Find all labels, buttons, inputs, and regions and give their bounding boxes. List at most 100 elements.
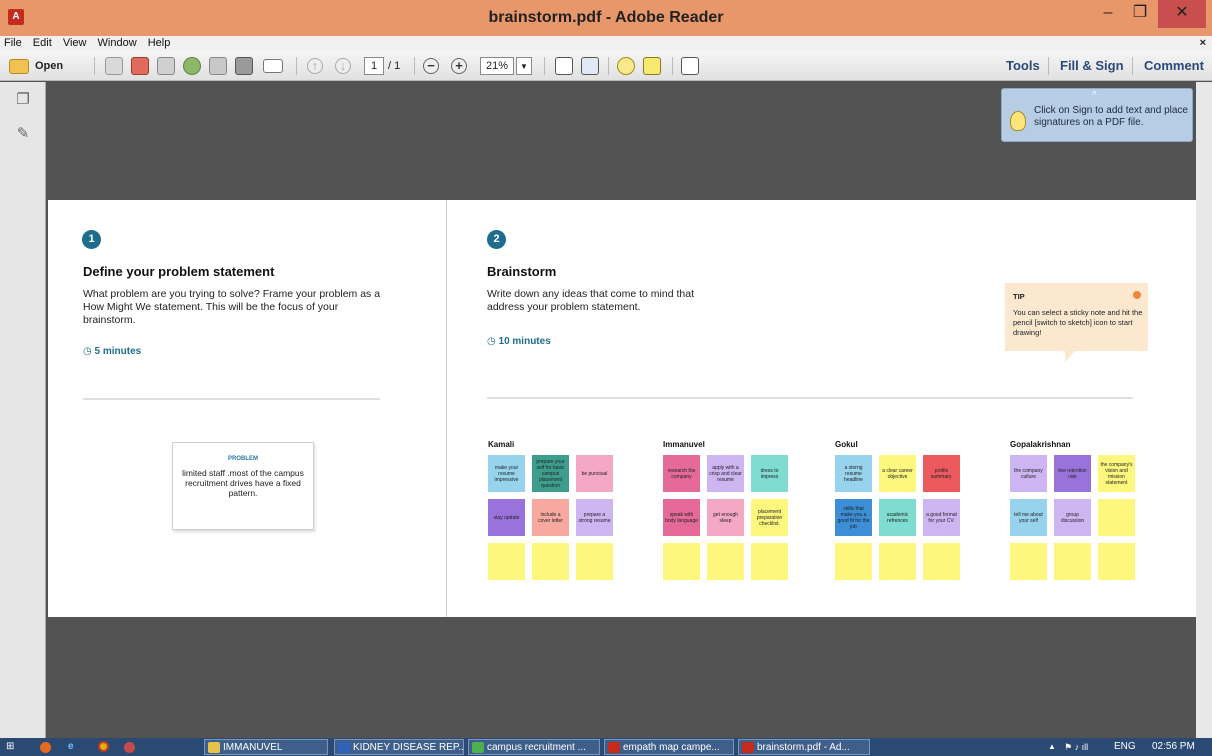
chrome-icon[interactable] xyxy=(98,739,110,755)
export-pdf-button[interactable] xyxy=(130,56,150,76)
zoom-in-button[interactable]: + xyxy=(450,56,468,76)
sticky-note[interactable]: dress to impress xyxy=(751,455,788,492)
clock[interactable]: 02:56 PM xyxy=(1152,739,1208,755)
sticky-note[interactable]: a storng resume headline xyxy=(835,455,872,492)
sticky-note[interactable]: skills that make you a good fit for the … xyxy=(835,499,872,536)
sticky-note[interactable]: low retention rate xyxy=(1054,455,1091,492)
sticky-note[interactable]: apply with a crisp and clear resume xyxy=(707,455,744,492)
zoom-dropdown[interactable]: ▼ xyxy=(516,57,532,75)
comment-tab[interactable]: Comment xyxy=(1144,58,1204,73)
menu-window[interactable]: Window xyxy=(94,36,141,51)
ie-icon[interactable]: e xyxy=(68,739,80,755)
sticky-note[interactable] xyxy=(1054,543,1091,580)
tools-tab[interactable]: Tools xyxy=(1006,58,1040,73)
minimize-button[interactable]: – xyxy=(1092,0,1124,28)
email-button[interactable] xyxy=(262,56,284,76)
maximize-button[interactable]: ❐ xyxy=(1124,0,1156,28)
edit-pdf-button[interactable] xyxy=(156,56,176,76)
sticky-note-text: include a cover letter xyxy=(538,511,563,524)
menu-file[interactable]: File xyxy=(0,36,26,51)
close-button[interactable]: ✕ xyxy=(1158,0,1206,28)
create-pdf-button[interactable] xyxy=(104,56,124,76)
sticky-note-text: low retention rate xyxy=(1058,467,1087,480)
sticky-note[interactable] xyxy=(488,543,525,580)
vertical-scrollbar[interactable] xyxy=(1196,82,1212,738)
sticky-note[interactable]: academic refrences xyxy=(879,499,916,536)
sticky-note[interactable]: stay update xyxy=(488,499,525,536)
sticky-note-text: profile summary. xyxy=(930,467,953,480)
problem-card[interactable]: PROBLEM limited staff .most of the campu… xyxy=(172,442,314,530)
sticky-note[interactable] xyxy=(532,543,569,580)
attachments-icon[interactable]: ✎ xyxy=(15,124,31,142)
sticky-note[interactable]: group discussion xyxy=(1054,499,1091,536)
sticky-note[interactable] xyxy=(879,543,916,580)
sticky-note[interactable]: prepare a strong resume xyxy=(576,499,613,536)
taskbar-item[interactable]: brainstorm.pdf - Ad... xyxy=(738,739,870,755)
highlight-button[interactable] xyxy=(642,56,662,76)
start-button[interactable]: ⊞ xyxy=(6,739,20,755)
menu-edit[interactable]: Edit xyxy=(29,36,56,51)
sticky-note[interactable]: tell me about your self xyxy=(1010,499,1047,536)
sticky-note-text: get enough sleep xyxy=(712,511,739,524)
sticky-note[interactable] xyxy=(576,543,613,580)
language-indicator[interactable]: ENG xyxy=(1114,739,1144,755)
section1-heading: Define your problem statement xyxy=(83,264,275,279)
fill-sign-tab[interactable]: Fill & Sign xyxy=(1060,58,1124,73)
taskbar-item[interactable]: KIDNEY DISEASE REP... xyxy=(334,739,464,755)
sticky-note[interactable] xyxy=(707,543,744,580)
sticky-note-text: group discussion xyxy=(1060,511,1085,524)
sticky-note[interactable]: profile summary. xyxy=(923,455,960,492)
app-icon[interactable] xyxy=(124,739,138,755)
sticky-note[interactable] xyxy=(751,543,788,580)
zoom-out-button[interactable]: − xyxy=(422,56,440,76)
page-number-input[interactable]: 1 xyxy=(364,57,384,75)
sticky-note[interactable] xyxy=(1098,499,1135,536)
sticky-note[interactable]: prepare your self for basic campus place… xyxy=(532,455,569,492)
fullscreen-button[interactable] xyxy=(680,56,700,76)
sticky-note[interactable] xyxy=(923,543,960,580)
save-icon xyxy=(209,57,227,75)
collapse-icon[interactable]: ^ xyxy=(1092,90,1097,101)
sticky-note[interactable]: include a cover letter xyxy=(532,499,569,536)
open-button[interactable]: Open xyxy=(4,56,68,76)
sticky-note[interactable]: the company culture xyxy=(1010,455,1047,492)
next-page-button[interactable]: ↓ xyxy=(334,56,352,76)
tray-expand-icon[interactable]: ▲ xyxy=(1048,739,1056,755)
save-button[interactable] xyxy=(208,56,228,76)
sticky-note[interactable] xyxy=(835,543,872,580)
upload-button[interactable] xyxy=(182,56,202,76)
sticky-note[interactable]: the company's vision and mission stateme… xyxy=(1098,455,1135,492)
tray-icons[interactable]: ⚑ ♪ ıll xyxy=(1064,739,1108,755)
export-pdf-icon xyxy=(131,57,149,75)
sticky-note[interactable] xyxy=(1010,543,1047,580)
menu-help[interactable]: Help xyxy=(144,36,175,51)
taskbar-item[interactable]: campus recruitment ... xyxy=(468,739,600,755)
firefox-icon[interactable] xyxy=(40,739,52,755)
sticky-note[interactable]: a clear career objective xyxy=(879,455,916,492)
zoom-level-input[interactable]: 21% xyxy=(480,57,514,75)
sticky-note[interactable]: be punctual xyxy=(576,455,613,492)
taskbar-item-label: KIDNEY DISEASE REP... xyxy=(353,742,464,753)
sticky-note[interactable]: speak with body language xyxy=(663,499,700,536)
taskbar-item-label: brainstorm.pdf - Ad... xyxy=(757,742,850,753)
fit-page-button[interactable] xyxy=(580,56,600,76)
sticky-note[interactable]: a good format for your CV. xyxy=(923,499,960,536)
print-button[interactable] xyxy=(234,56,254,76)
window-title: brainstorm.pdf - Adobe Reader xyxy=(488,9,724,26)
sticky-note[interactable]: make your resume impressive xyxy=(488,455,525,492)
menu-view[interactable]: View xyxy=(59,36,91,51)
sticky-note[interactable]: placement preparation checklist. xyxy=(751,499,788,536)
taskbar-item[interactable]: empath map campe... xyxy=(604,739,734,755)
sticky-note[interactable] xyxy=(1098,543,1135,580)
sticky-note[interactable] xyxy=(663,543,700,580)
sticky-note-text: a clear career objective xyxy=(882,467,913,480)
fit-width-button[interactable] xyxy=(554,56,574,76)
sticky-note[interactable]: get enough sleep xyxy=(707,499,744,536)
close-document-button[interactable]: × xyxy=(1200,36,1206,51)
sticky-note-button[interactable] xyxy=(616,56,636,76)
previous-page-button[interactable]: ↑ xyxy=(306,56,324,76)
taskbar-item[interactable]: IMMANUVEL xyxy=(204,739,328,755)
sticky-note[interactable]: research the company xyxy=(663,455,700,492)
fit-width-icon xyxy=(555,57,573,75)
pages-icon[interactable]: ❐ xyxy=(15,90,31,108)
